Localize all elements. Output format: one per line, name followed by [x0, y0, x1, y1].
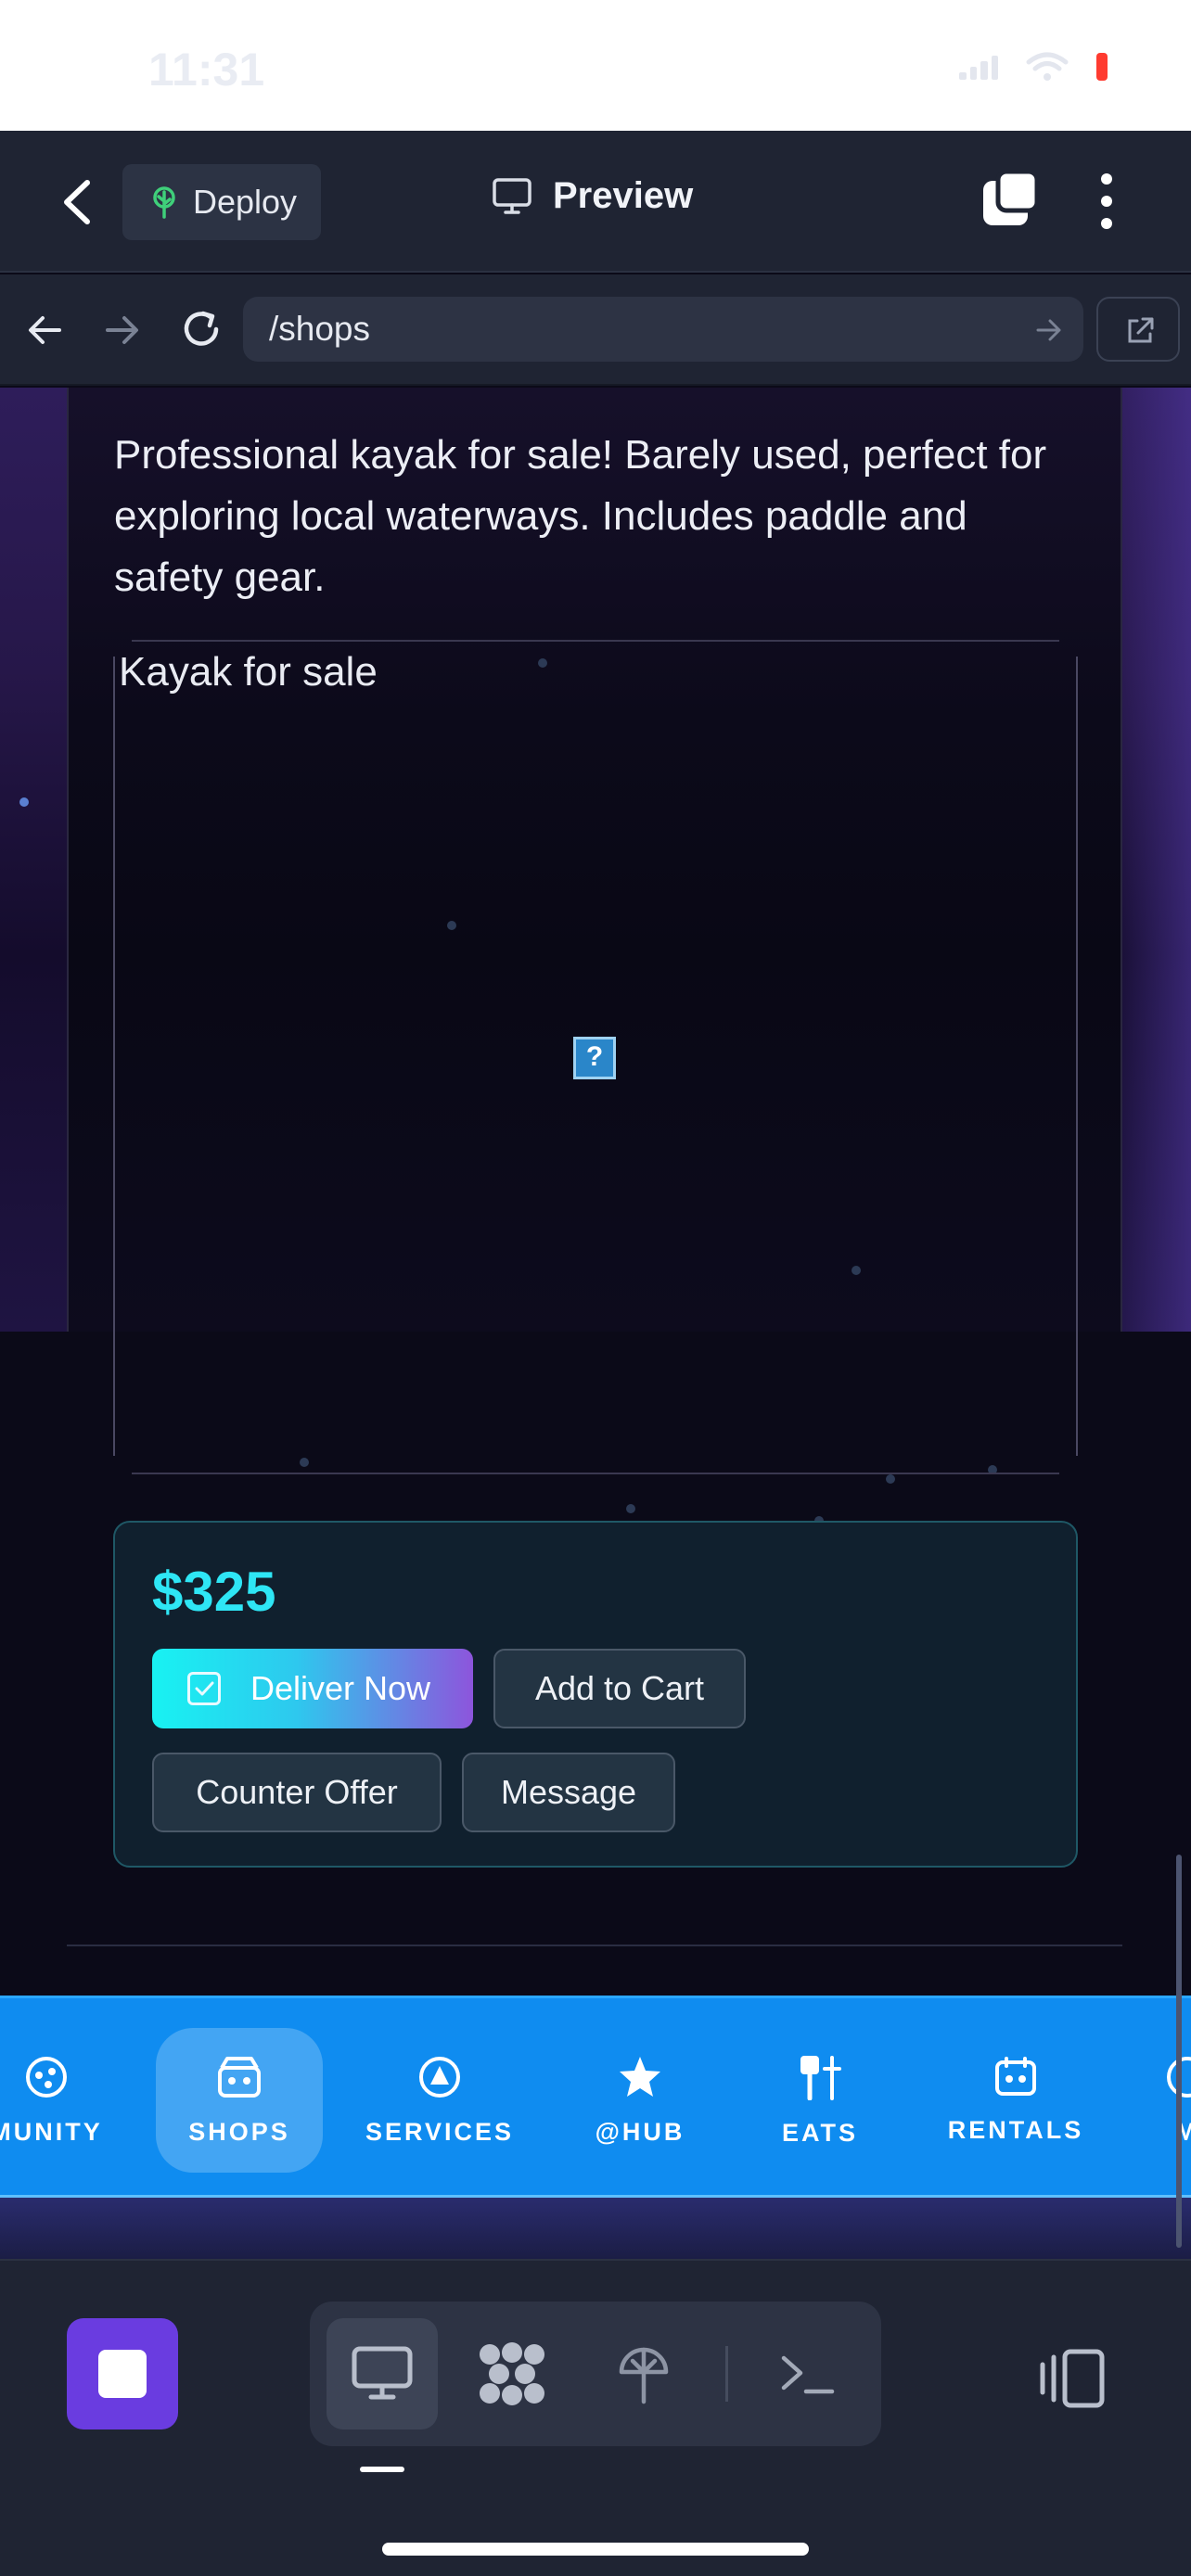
background-particle [300, 1458, 309, 1467]
nav-label: MUNITY [0, 2117, 103, 2146]
deploy-tree-icon [619, 2347, 669, 2404]
panel-toggle-icon[interactable] [1030, 2346, 1108, 2411]
counter-offer-label: Counter Offer [196, 1773, 398, 1811]
nav-item-more[interactable]: M [1150, 2028, 1191, 2173]
add-to-cart-label: Add to Cart [534, 1669, 705, 1707]
deploy-tree-icon [153, 186, 175, 219]
home-indicator [382, 2543, 809, 2556]
background-particle [626, 1504, 635, 1513]
page-footer-band [0, 2198, 1191, 2259]
counter-offer-button[interactable]: Counter Offer [152, 1753, 442, 1832]
nav-item-rentals[interactable]: RENTALS [935, 2028, 1096, 2173]
url-input[interactable]: /shops [243, 297, 1083, 362]
terminal-icon [781, 2355, 835, 2394]
listing-description: Professional kayak for sale! Barely used… [114, 432, 1047, 600]
scrollbar[interactable] [1176, 1855, 1182, 2248]
preview-desktop-button[interactable] [327, 2318, 438, 2429]
nav-item-services[interactable]: SERVICES [356, 2028, 523, 2173]
battery-low-icon [1096, 53, 1108, 81]
stop-button[interactable] [67, 2318, 178, 2429]
deliver-now-button[interactable]: Deliver Now [152, 1649, 473, 1728]
browser-toolbar: /shops [0, 274, 1191, 386]
services-icon [419, 2056, 460, 2098]
status-bar: 11:31 [0, 0, 1191, 131]
nav-item-shops[interactable]: SHOPS [156, 2028, 323, 2173]
preview-title: Preview [492, 175, 693, 217]
nav-item-eats[interactable]: EATS [755, 2028, 885, 2173]
broken-image-icon: ? [573, 1037, 616, 1079]
arrow-right-icon[interactable] [104, 312, 141, 349]
star-icon [620, 2056, 660, 2097]
category-nav: MUNITY SHOPS SERVICES @HUB EATS RENTALS [0, 1996, 1191, 2198]
terminal-button[interactable] [751, 2318, 863, 2429]
back-icon[interactable] [56, 177, 100, 227]
nav-label: EATS [781, 2118, 858, 2147]
nav-label: SERVICES [365, 2117, 515, 2146]
nav-label: SHOPS [188, 2117, 290, 2146]
preview-desktop-icon [352, 2346, 413, 2400]
open-external-button[interactable] [1096, 297, 1180, 362]
monitor-icon [493, 177, 531, 214]
nav-item-hub[interactable]: @HUB [575, 2028, 705, 2173]
deploy-button[interactable]: Deploy [122, 164, 321, 240]
shop-icon [218, 2056, 261, 2098]
cellular-signal-icon [959, 54, 998, 80]
rentals-icon [995, 2056, 1036, 2096]
tabs-icon[interactable] [981, 170, 1039, 227]
message-label: Message [500, 1773, 637, 1811]
more-options-icon[interactable] [1093, 172, 1121, 231]
nav-label: @HUB [595, 2117, 685, 2146]
nav-label: RENTALS [947, 2115, 1084, 2144]
go-arrow-icon[interactable] [1035, 317, 1063, 343]
wifi-icon [1026, 52, 1069, 81]
arrow-left-icon[interactable] [26, 312, 63, 349]
image-bottom-divider [132, 1473, 1059, 1474]
purchase-panel: $325 Deliver Now Add to Cart Counter Off… [113, 1521, 1078, 1868]
app-bar: Deploy Preview [0, 131, 1191, 273]
status-time: 11:31 [148, 44, 265, 96]
nav-item-community[interactable]: MUNITY [0, 2028, 121, 2173]
community-icon [26, 2056, 67, 2098]
card-bottom-border [67, 1945, 1122, 1946]
checkbox-icon [187, 1672, 221, 1705]
background-particle [19, 797, 29, 807]
status-indicators [959, 52, 1108, 82]
deliver-now-label: Deliver Now [250, 1669, 431, 1707]
background-particle [886, 1474, 895, 1484]
external-link-icon [1128, 317, 1154, 343]
url-text: /shops [269, 310, 371, 348]
image-alt-text: Kayak for sale [119, 649, 378, 695]
image-top-divider [132, 640, 1059, 642]
stop-icon [98, 2350, 147, 2398]
pattern-button[interactable] [456, 2318, 568, 2429]
dock-divider [725, 2346, 728, 2402]
add-to-cart-button[interactable]: Add to Cart [493, 1649, 746, 1728]
pattern-icon [480, 2342, 544, 2405]
page-title: Preview [553, 175, 694, 216]
message-button[interactable]: Message [462, 1753, 675, 1832]
utensils-icon [800, 2055, 841, 2100]
bottom-dock [0, 2259, 1191, 2576]
reload-icon[interactable] [180, 308, 223, 351]
deploy-tree-button[interactable] [588, 2318, 699, 2429]
price-label: $325 [152, 1561, 276, 1623]
view-switcher [310, 2302, 881, 2446]
active-view-indicator [360, 2467, 404, 2472]
deploy-label: Deploy [193, 183, 298, 221]
